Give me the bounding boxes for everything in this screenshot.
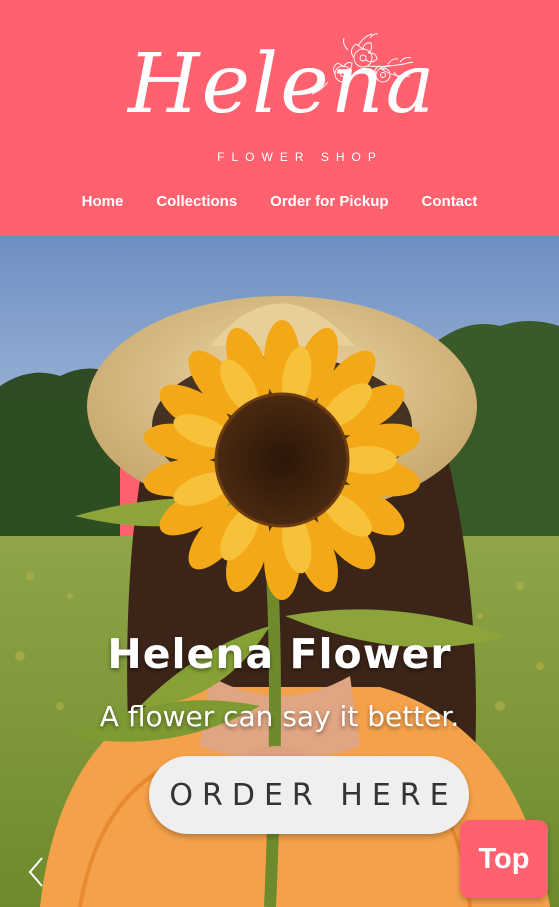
brand-title: Helena [128,37,437,132]
nav-item-order-for-pickup[interactable]: Order for Pickup [270,190,388,214]
hero-title: Helena Flower [107,630,452,678]
nav-item-home[interactable]: Home [82,190,124,214]
back-to-top-button[interactable]: Top [460,820,548,898]
brand-subtitle: FLOWER SHOP [217,150,383,164]
site-header: Helena FLOWER SHOP Home Collections Orde… [0,0,559,236]
order-here-button[interactable]: ORDER HERE [149,756,469,834]
carousel-prev-button[interactable] [22,854,52,890]
nav-item-collections[interactable]: Collections [156,190,237,214]
nav-item-contact[interactable]: Contact [422,190,478,214]
main-nav: Home Collections Order for Pickup Contac… [0,190,559,214]
logo[interactable]: Helena FLOWER SHOP [118,30,448,170]
hero-tagline: A flower can say it better. [99,700,460,733]
chevron-left-icon [28,857,43,887]
